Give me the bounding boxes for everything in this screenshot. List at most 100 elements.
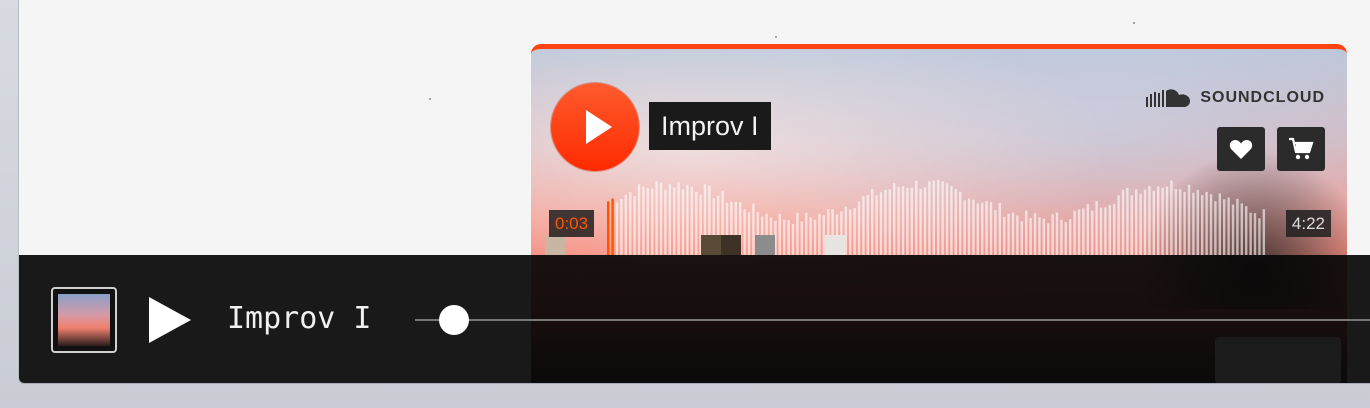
progress-knob[interactable] [439,305,469,335]
waveform-bar [1253,213,1257,255]
waveform-bar [1187,184,1191,255]
waveform-bar [910,187,914,255]
waveform-bar [1091,210,1094,255]
waveform-bar [1196,189,1200,255]
background-button [1215,337,1341,383]
dust-speck [429,98,431,100]
commenter-avatar[interactable] [701,235,721,255]
waveform-bar [1121,189,1125,255]
waveform-bar [1183,191,1186,255]
waveform-bar [1214,201,1217,255]
buy-button[interactable] [1277,127,1325,171]
waveform-bar [1192,192,1195,255]
waveform-bar [1152,190,1156,255]
waveform-bar [937,179,940,255]
play-icon [585,110,612,144]
bottom-player-bar: Improv I [19,255,1370,383]
waveform-bar [1011,212,1015,255]
waveform-bar [1016,215,1019,255]
waveform-bar [1179,189,1182,255]
waveform-bar [1055,212,1059,255]
soundcloud-logo[interactable]: SOUNDCLOUD [1146,87,1325,109]
waveform-bar [915,180,918,255]
waveform-bar [1231,204,1235,255]
heart-icon [1229,139,1253,159]
artwork-image [58,294,110,346]
waveform-bar [875,195,878,255]
waveform-bar [1060,219,1063,255]
waveform-bar [1047,223,1050,255]
waveform-bar [1073,210,1076,255]
waveform-bar [1126,187,1129,255]
waveform-bar [866,194,870,255]
waveform-bar [1064,221,1068,255]
cart-icon [1289,137,1314,160]
waveform-bar [1161,187,1164,255]
waveform-bar [1099,207,1103,255]
commenter-avatar[interactable] [755,235,775,255]
track-artwork-thumbnail[interactable] [51,287,117,353]
commenter-avatar[interactable] [545,235,565,255]
waveform-bar [1236,198,1239,255]
waveform-bar [998,203,1002,255]
play-button[interactable] [551,83,639,171]
browser-window: Improv I SOUNDCLOUD 0:03 4:22 Improv I [18,0,1370,384]
waveform-bar [941,181,944,255]
waveform-bar [1165,186,1169,255]
waveform-bar [932,180,936,255]
waveform-bar [1143,189,1147,255]
waveform-bar [1051,214,1054,255]
waveform-bar [906,187,909,255]
waveform-bar [893,183,896,255]
bar-play-button[interactable] [149,297,193,343]
waveform-bar [981,202,984,255]
waveform-bar [1205,191,1208,255]
waveform-bar [1033,213,1037,255]
waveform-bar [963,200,966,255]
dust-speck [1133,22,1135,24]
waveform-bar [967,198,971,255]
dust-speck [775,36,777,38]
waveform-bar [928,181,931,255]
waveform-bar [1157,186,1160,255]
waveform-bar [1108,204,1112,255]
waveform-bar [945,183,949,255]
waveform-bar [1086,204,1090,255]
brand-name: SOUNDCLOUD [1200,89,1325,106]
waveform-bar [1042,218,1046,255]
waveform-bar [1240,203,1244,255]
waveform-bar [1135,189,1138,255]
play-icon [149,297,191,343]
track-title[interactable]: Improv I [649,102,771,150]
commenter-avatar[interactable] [825,235,845,255]
commenter-avatar[interactable] [721,235,741,255]
waveform-bar [888,189,892,255]
waveform-bar [1223,199,1226,255]
current-time: 0:03 [549,210,595,237]
bar-track-title: Improv I [227,301,372,336]
waveform-bar [1218,193,1222,255]
waveform-bar [1104,207,1107,255]
waveform-bar [901,186,905,255]
waveform-bar [976,203,980,255]
waveform-bar [972,199,975,255]
waveform-bar [1130,195,1134,255]
track-duration: 4:22 [1285,210,1331,237]
like-button[interactable] [1217,127,1265,171]
soundcloud-logo-icon [1146,89,1191,107]
progress-track[interactable] [415,319,1370,321]
waveform-bar [954,189,958,255]
waveform-bar [1025,210,1028,255]
waveform-bar [1227,197,1230,255]
waveform-bar [1258,218,1261,255]
waveform-bar [1209,194,1213,255]
waveform-bar [989,202,993,255]
waveform-bar [1174,189,1178,255]
waveform-bar [1148,186,1151,255]
waveform-bar [1201,195,1204,255]
waveform-bar [1245,206,1248,255]
waveform-bar [1077,209,1081,255]
waveform-bar [879,192,883,255]
waveform-bar [950,186,953,255]
waveform-bar [1262,209,1266,255]
